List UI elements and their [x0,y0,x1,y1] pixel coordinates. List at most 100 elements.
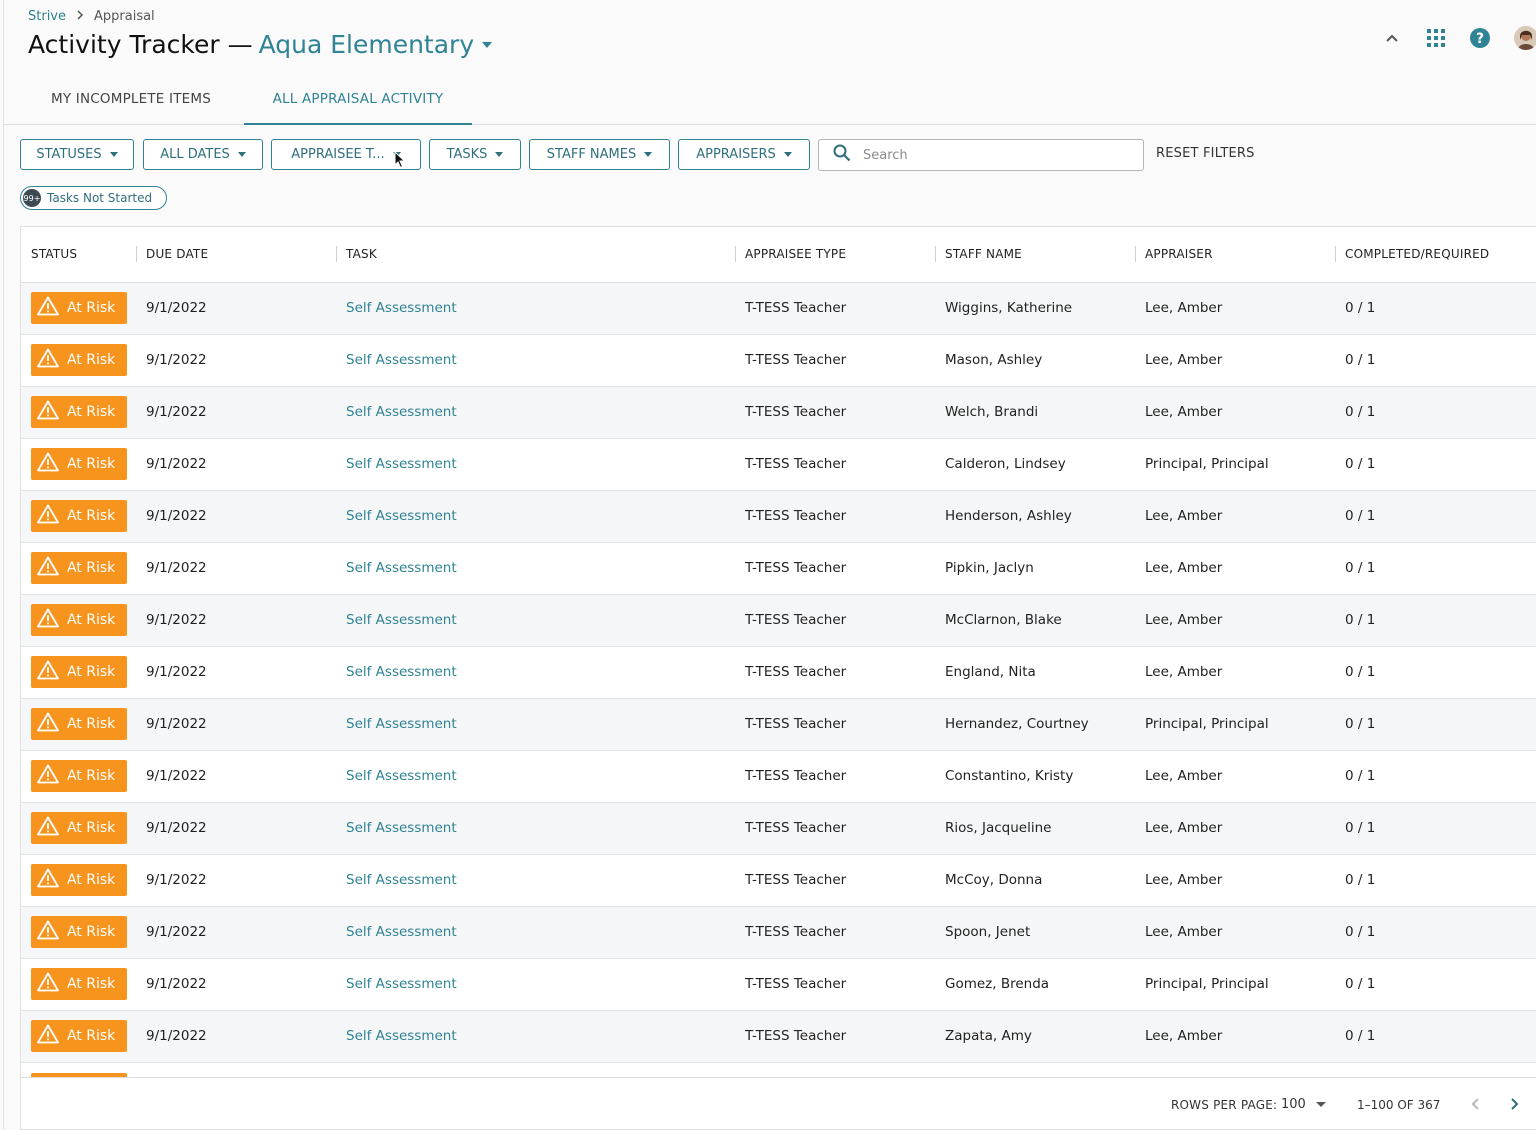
mouse-cursor-icon [394,150,406,173]
table-row[interactable]: At Risk 9/1/2022 Self Assessment T-TESS Tea… [21,803,1536,855]
table-row[interactable]: At Risk 9/1/2022 Self Assessment T-TESS Tea… [21,387,1536,439]
due-date-cell: 9/1/2022 [146,924,207,940]
previous-page-icon[interactable] [1465,1094,1485,1114]
task-link[interactable]: Self Assessment [346,387,457,439]
completed-required-cell: 0 / 1 [1345,300,1376,316]
tasks-filter-button[interactable]: TASKS [429,139,521,170]
status-label: At Risk [67,664,116,680]
staff-names-filter-button[interactable]: STAFF NAMES [529,139,670,170]
staff-name-cell: England, Nita [945,664,1036,680]
column-header-due-date-label: DUE DATE [146,247,209,261]
help-icon[interactable]: ? [1468,26,1492,50]
due-date-cell: 9/1/2022 [146,872,207,888]
completed-required-cell: 0 / 1 [1345,976,1376,992]
column-header-task[interactable]: TASK [336,227,377,283]
tab-my-incomplete-items[interactable]: MY INCOMPLETE ITEMS [28,80,234,125]
next-page-icon[interactable] [1505,1094,1525,1114]
column-header-appraisee-type[interactable]: APPRAISEE TYPE [735,227,847,283]
table-row[interactable]: At Risk 9/1/2022 Self Assessment T-TESS Tea… [21,491,1536,543]
table-row[interactable]: At Risk 9/1/2022 Self Assessment T-TESS Tea… [21,855,1536,907]
task-link[interactable]: Self Assessment [346,907,457,959]
warning-icon [37,972,59,996]
column-header-due-date[interactable]: DUE DATE [136,227,209,283]
search-input[interactable] [861,146,1121,164]
rows-per-page-select[interactable]: 100 [1281,1097,1326,1112]
completed-required-cell: 0 / 1 [1345,716,1376,732]
warning-icon [37,400,59,424]
task-link[interactable]: Self Assessment [346,335,457,387]
appraiser-cell: Lee, Amber [1145,768,1223,784]
task-link[interactable]: Self Assessment [346,647,457,699]
task-link[interactable]: Self Assessment [346,491,457,543]
app-page: Strive Appraisal Activity Tracker — Aqua… [3,0,1536,1130]
user-avatar[interactable] [1514,26,1536,50]
completed-required-cell: 0 / 1 [1345,404,1376,420]
status-label: At Risk [67,924,116,940]
column-header-status[interactable]: STATUS [31,227,77,283]
rows-per-page-value: 100 [1281,1097,1306,1112]
status-label: At Risk [67,508,116,524]
task-link[interactable]: Self Assessment [346,751,457,803]
caret-down-icon [1315,1102,1326,1107]
appraiser-cell: Lee, Amber [1145,612,1223,628]
statuses-filter-label: STATUSES [36,147,102,162]
apps-grid-icon[interactable] [1424,26,1448,50]
search-field[interactable] [818,139,1144,171]
breadcrumb-root-link[interactable]: Strive [28,9,66,24]
column-header-staff-name[interactable]: STAFF NAME [935,227,1022,283]
task-link[interactable]: Self Assessment [346,1011,457,1063]
breadcrumb: Strive Appraisal [28,9,155,24]
dates-filter-button[interactable]: ALL DATES [143,139,263,170]
tasks-not-started-chip[interactable]: 99+ Tasks Not Started [20,186,168,210]
warning-icon [37,1024,59,1048]
warning-icon [37,816,59,840]
school-selector[interactable]: Aqua Elementary [259,30,475,59]
statuses-filter-button[interactable]: STATUSES [20,139,134,170]
task-link[interactable]: Self Assessment [346,439,457,491]
reset-filters-button[interactable]: RESET FILTERS [1156,146,1255,161]
task-link[interactable]: Self Assessment [346,699,457,751]
table-row[interactable]: At Risk 9/1/2022 Self Assessment T-TESS Tea… [21,335,1536,387]
table-row[interactable]: At Risk 9/1/2022 Self Assessment T-TESS Tea… [21,699,1536,751]
task-link[interactable]: Self Assessment [346,543,457,595]
table-row[interactable]: At Risk 9/1/2022 Self Assessment T-TESS Tea… [21,283,1536,335]
appraisee-type-cell: T-TESS Teacher [745,768,847,784]
completed-required-cell: 0 / 1 [1345,456,1376,472]
table-row[interactable]: At Risk 9/1/2022 Self Assessment T-TESS Tea… [21,439,1536,491]
table-row[interactable]: At Risk 9/1/2022 Self Assessment T-TESS Tea… [21,1011,1536,1063]
appraisee-type-cell: T-TESS Teacher [745,456,847,472]
chevron-up-icon[interactable] [1380,26,1404,50]
status-badge: At Risk [31,760,127,792]
table-row[interactable]: At Risk 9/1/2022 Self Assessment T-TESS Tea… [21,959,1536,1011]
column-header-completed-required-label: COMPLETED/REQUIRED [1345,247,1490,261]
completed-required-cell: 0 / 1 [1345,872,1376,888]
table-row[interactable]: At Risk 9/1/2022 Self Assessment T-TESS Tea… [21,543,1536,595]
appraiser-cell: Lee, Amber [1145,404,1223,420]
column-header-appraisee-type-label: APPRAISEE TYPE [745,247,847,261]
status-label: At Risk [67,872,116,888]
staff-name-cell: Welch, Brandi [945,404,1039,420]
appraisers-filter-button[interactable]: APPRAISERS [678,139,810,170]
warning-icon [37,660,59,684]
table-row[interactable]: At Risk 9/1/2022 Self Assessment T-TESS Tea… [21,595,1536,647]
column-header-completed-required[interactable]: COMPLETED/REQUIRED [1335,227,1490,283]
status-label: At Risk [67,560,116,576]
column-header-appraiser[interactable]: APPRAISER [1135,227,1213,283]
count-badge: 99+ [23,189,41,207]
task-link[interactable]: Self Assessment [346,283,457,335]
caret-down-icon [644,152,653,157]
table-row[interactable]: At Risk 9/1/2022 Self Assessment T-TESS Tea… [21,647,1536,699]
staff-name-cell: Calderon, Lindsey [945,456,1066,472]
tab-all-appraisal-activity[interactable]: ALL APPRAISAL ACTIVITY [244,80,472,125]
chip-label: Tasks Not Started [47,191,153,205]
status-label: At Risk [67,456,116,472]
task-link[interactable]: Self Assessment [346,803,457,855]
table-row[interactable]: At Risk 9/1/2022 Self Assessment T-TESS Tea… [21,907,1536,959]
task-link[interactable]: Self Assessment [346,959,457,1011]
appraiser-cell: Principal, Principal [1145,976,1269,992]
table-row[interactable]: At Risk 9/1/2022 Self Assessment T-TESS Tea… [21,751,1536,803]
task-link[interactable]: Self Assessment [346,595,457,647]
caret-down-icon[interactable] [482,41,493,48]
appraiser-cell: Lee, Amber [1145,352,1223,368]
task-link[interactable]: Self Assessment [346,855,457,907]
